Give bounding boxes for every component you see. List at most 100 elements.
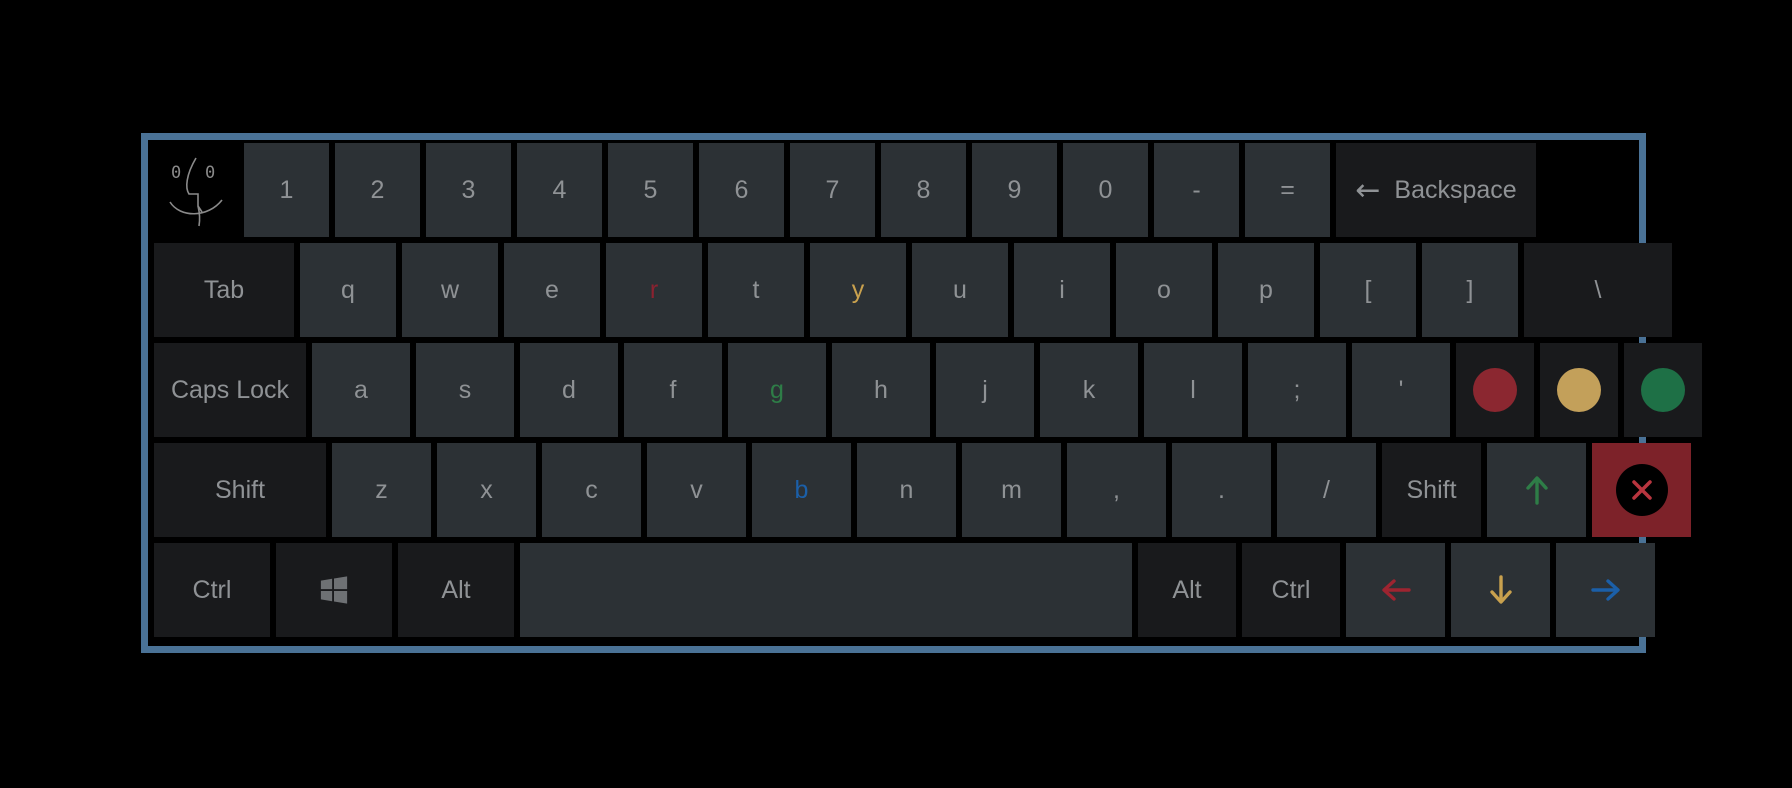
key-label: x xyxy=(480,475,493,504)
key-label: o xyxy=(1157,275,1171,304)
close-circle-icon xyxy=(1615,464,1668,516)
key-backslash[interactable]: \ xyxy=(1524,243,1672,337)
key-r[interactable]: r xyxy=(606,243,702,337)
key-6[interactable]: 6 xyxy=(699,143,784,237)
key-l[interactable]: l xyxy=(1144,343,1242,437)
key-9[interactable]: 9 xyxy=(972,143,1057,237)
key-h[interactable]: h xyxy=(832,343,930,437)
key-period[interactable]: . xyxy=(1172,443,1271,537)
key-k[interactable]: k xyxy=(1040,343,1138,437)
key-label: 9 xyxy=(1007,175,1022,204)
key-label: / xyxy=(1323,475,1330,504)
key-label: f xyxy=(669,375,677,404)
key-5[interactable]: 5 xyxy=(608,143,693,237)
key-label: j xyxy=(982,375,988,404)
key-label: i xyxy=(1059,275,1065,304)
key-7[interactable]: 7 xyxy=(790,143,875,237)
key-shift-right[interactable]: Shift xyxy=(1382,443,1481,537)
key-y[interactable]: y xyxy=(810,243,906,337)
home-row: Caps Lock a s d f g h j k l; ' xyxy=(151,343,1702,443)
key-1[interactable]: 1 xyxy=(244,143,329,237)
key-x[interactable]: x xyxy=(437,443,536,537)
key-alt-right[interactable]: Alt xyxy=(1138,543,1236,637)
key-e[interactable]: e xyxy=(504,243,600,337)
key-f[interactable]: f xyxy=(624,343,722,437)
key-equals[interactable]: = xyxy=(1245,143,1330,237)
indicator-red-circle[interactable] xyxy=(1456,343,1534,437)
key-2[interactable]: 2 xyxy=(335,143,420,237)
key-i[interactable]: i xyxy=(1014,243,1110,337)
key-8[interactable]: 8 xyxy=(881,143,966,237)
key-m[interactable]: m xyxy=(962,443,1061,537)
key-caps-lock[interactable]: Caps Lock xyxy=(154,343,306,437)
key-label: - xyxy=(1192,175,1201,204)
key-u[interactable]: u xyxy=(912,243,1008,337)
key-label: ; xyxy=(1293,375,1301,404)
key-arrow-right[interactable] xyxy=(1556,543,1655,637)
windows-icon xyxy=(320,576,348,604)
key-comma[interactable]: , xyxy=(1067,443,1166,537)
key-0[interactable]: 0 xyxy=(1063,143,1148,237)
key-alt-left[interactable]: Alt xyxy=(398,543,514,637)
key-label: g xyxy=(770,375,784,404)
key-backspace[interactable]: ← Backspace xyxy=(1336,143,1536,237)
key-p[interactable]: p xyxy=(1218,243,1314,337)
key-quote[interactable]: ' xyxy=(1352,343,1450,437)
key-label: p xyxy=(1259,275,1273,304)
key-a[interactable]: a xyxy=(312,343,410,437)
key-label: 8 xyxy=(916,175,931,204)
key-label: 2 xyxy=(370,175,385,204)
key-ctrl-right[interactable]: Ctrl xyxy=(1242,543,1340,637)
key-t[interactable]: t xyxy=(708,243,804,337)
key-j[interactable]: j xyxy=(936,343,1034,437)
arrow-down-icon xyxy=(1489,575,1512,604)
key-minus[interactable]: - xyxy=(1154,143,1239,237)
circle-icon xyxy=(1641,368,1685,412)
key-close[interactable] xyxy=(1592,443,1691,537)
key-4[interactable]: 4 xyxy=(517,143,602,237)
key-s[interactable]: s xyxy=(416,343,514,437)
key-shift-left[interactable]: Shift xyxy=(154,443,326,537)
key-label: Tab xyxy=(203,275,245,304)
key-3[interactable]: 3 xyxy=(426,143,511,237)
key-q[interactable]: q xyxy=(300,243,396,337)
key-label: Shift xyxy=(214,475,266,504)
face-doodle-key[interactable]: 00 xyxy=(154,143,238,237)
key-label: 0 xyxy=(1098,175,1113,204)
arrow-up-icon xyxy=(1525,476,1548,505)
indicator-gold-circle[interactable] xyxy=(1540,343,1618,437)
arrow-right-icon xyxy=(1590,579,1620,601)
key-label: Alt xyxy=(1172,575,1202,604)
svg-text:0: 0 xyxy=(205,163,215,183)
bottom-letter-row: Shift z x c v b n m,. / Shift xyxy=(151,443,1691,543)
key-g[interactable]: g xyxy=(728,343,826,437)
key-ctrl-left[interactable]: Ctrl xyxy=(154,543,270,637)
key-c[interactable]: c xyxy=(542,443,641,537)
key-tab[interactable]: Tab xyxy=(154,243,294,337)
key-o[interactable]: o xyxy=(1116,243,1212,337)
key-label: Ctrl xyxy=(1271,575,1311,604)
key-semicolon[interactable]: ; xyxy=(1248,343,1346,437)
key-arrow-left[interactable] xyxy=(1346,543,1445,637)
key-windows[interactable] xyxy=(276,543,392,637)
key-label: m xyxy=(1001,475,1022,504)
key-v[interactable]: v xyxy=(647,443,746,537)
key-label: u xyxy=(953,275,967,304)
key-space[interactable] xyxy=(520,543,1132,637)
modifier-row: Ctrl Alt Alt Ctrl xyxy=(151,543,1655,639)
key-slash[interactable]: / xyxy=(1277,443,1376,537)
key-z[interactable]: z xyxy=(332,443,431,537)
key-b[interactable]: b xyxy=(752,443,851,537)
key-n[interactable]: n xyxy=(857,443,956,537)
key-arrow-down[interactable] xyxy=(1451,543,1550,637)
key-label: t xyxy=(752,275,760,304)
key-w[interactable]: w xyxy=(402,243,498,337)
key-label: v xyxy=(690,475,703,504)
key-label: l xyxy=(1190,375,1196,404)
key-bracket-left[interactable]: [ xyxy=(1320,243,1416,337)
key-bracket-right[interactable]: ] xyxy=(1422,243,1518,337)
key-d[interactable]: d xyxy=(520,343,618,437)
face-doodle-icon: 00 xyxy=(169,157,223,227)
indicator-green-circle[interactable] xyxy=(1624,343,1702,437)
key-arrow-up[interactable] xyxy=(1487,443,1586,537)
